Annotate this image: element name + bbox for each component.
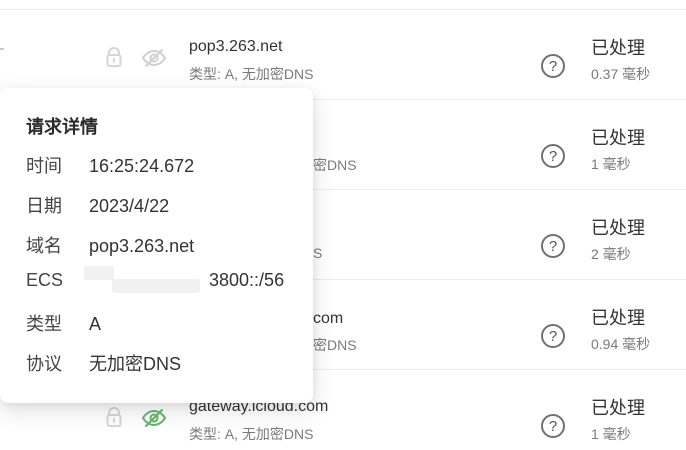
detail-value: 16:25:24.672 — [89, 156, 195, 176]
popover-title: 请求详情 — [26, 117, 98, 137]
domain[interactable]: com — [313, 310, 343, 328]
redacted-ip-mask — [112, 279, 200, 293]
detail-row-protocol: 协议 无加密DNS — [26, 350, 181, 376]
row-subtitle: 密DNS — [313, 157, 357, 173]
detail-value: 2023/4/22 — [89, 196, 170, 216]
lock-icon — [102, 45, 126, 69]
elapsed-time: 0.37 毫秒 — [591, 66, 651, 82]
status: 已处理 — [591, 308, 645, 328]
elapsed-time: 2 毫秒 — [591, 246, 631, 262]
eye-slash-icon[interactable] — [140, 404, 168, 432]
status: 已处理 — [591, 398, 645, 418]
query-log-page: pop3.263.net 类型: A, 无加密DNS ? 已处理 0.37 毫秒… — [0, 0, 686, 450]
detail-value: pop3.263.net — [89, 236, 195, 256]
detail-row-domain: 域名 pop3.263.net — [26, 232, 194, 258]
detail-row-ecs: ECS 3800::/56 — [26, 266, 285, 293]
request-details-popover: 请求详情 时间 16:25:24.672 日期 2023/4/22 域名 pop… — [0, 88, 313, 403]
detail-label: 域名 — [26, 236, 62, 256]
help-icon[interactable]: ? — [541, 54, 565, 78]
detail-value: 3800::/56 — [209, 270, 285, 290]
help-icon[interactable]: ? — [541, 234, 565, 258]
detail-label: 类型 — [26, 314, 62, 334]
detail-label: 时间 — [26, 156, 62, 176]
help-icon[interactable]: ? — [541, 324, 565, 348]
row-subtitle: 类型: A, 无加密DNS — [189, 426, 314, 442]
row-subtitle: S — [313, 245, 323, 261]
detail-label: 日期 — [26, 196, 62, 216]
detail-row-time: 时间 16:25:24.672 — [26, 152, 194, 178]
elapsed-time: 1 毫秒 — [591, 156, 631, 172]
status: 已处理 — [591, 218, 645, 238]
detail-value: A — [89, 314, 102, 334]
status: 已处理 — [591, 128, 645, 148]
table-row[interactable]: pop3.263.net 类型: A, 无加密DNS ? 已处理 0.37 毫秒 — [0, 9, 686, 99]
detail-label: ECS — [26, 270, 64, 290]
lock-icon — [102, 405, 126, 429]
redacted-ip-mask — [84, 266, 114, 280]
status: 已处理 — [591, 38, 645, 58]
elapsed-time: 1 毫秒 — [591, 426, 631, 442]
detail-row-date: 日期 2023/4/22 — [26, 192, 169, 218]
detail-value: 无加密DNS — [89, 354, 182, 374]
row-subtitle: 类型: A, 无加密DNS — [189, 66, 314, 82]
help-icon[interactable]: ? — [541, 414, 565, 438]
help-icon[interactable]: ? — [541, 144, 565, 168]
eye-slash-icon[interactable] — [140, 44, 168, 72]
domain[interactable]: pop3.263.net — [189, 38, 282, 56]
row-subtitle: 密DNS — [313, 337, 357, 353]
detail-label: 协议 — [26, 354, 62, 374]
detail-row-type: 类型 A — [26, 310, 101, 336]
elapsed-time: 0.94 毫秒 — [591, 336, 651, 352]
